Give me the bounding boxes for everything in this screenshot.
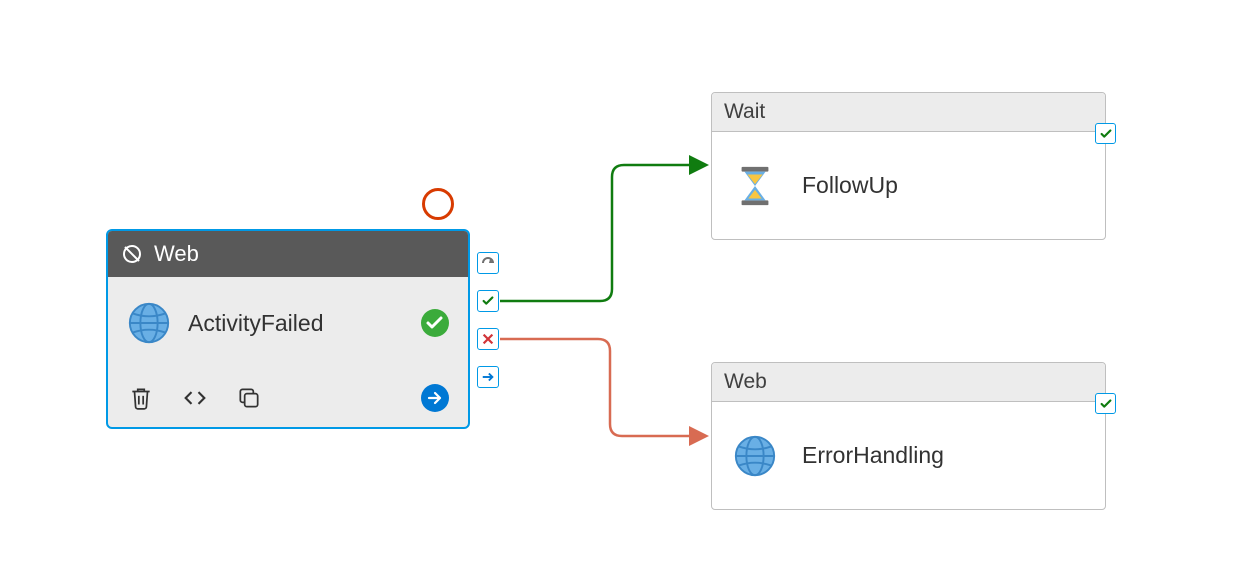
skip-handle[interactable] [477, 366, 499, 388]
activity-body: FollowUp [712, 132, 1105, 239]
activity-header[interactable]: Web [712, 363, 1105, 402]
validation-check-icon[interactable] [1095, 393, 1116, 414]
hourglass-icon [730, 161, 780, 211]
completion-handle[interactable] [477, 252, 499, 274]
copy-icon[interactable] [234, 383, 264, 413]
trash-icon[interactable] [126, 383, 156, 413]
activity-card-followup[interactable]: Wait FollowUp [711, 92, 1106, 240]
activity-type-label: Web [724, 370, 767, 394]
eye-off-icon [120, 242, 144, 266]
failure-handle[interactable] [477, 328, 499, 350]
activity-name-label: FollowUp [802, 172, 898, 199]
activity-type-label: Wait [724, 100, 765, 124]
pipeline-canvas[interactable]: Web ActivityFailed [0, 0, 1251, 588]
validation-check-icon[interactable] [1095, 123, 1116, 144]
activity-toolbar [108, 369, 468, 427]
activity-header[interactable]: Web [108, 231, 468, 277]
globe-icon [730, 431, 780, 481]
activity-type-label: Web [154, 241, 199, 267]
activity-header[interactable]: Wait [712, 93, 1105, 132]
breakpoint-indicator[interactable] [422, 188, 454, 220]
activity-name-label: ActivityFailed [188, 310, 404, 337]
success-handle[interactable] [477, 290, 499, 312]
activity-body: ErrorHandling [712, 402, 1105, 509]
globe-icon [126, 300, 172, 346]
activity-card-errorhandling[interactable]: Web ErrorHandling [711, 362, 1106, 510]
edge-success [500, 165, 705, 301]
check-circle-icon [420, 308, 450, 338]
edge-failure [500, 339, 705, 436]
code-icon[interactable] [180, 383, 210, 413]
activity-name-label: ErrorHandling [802, 442, 944, 469]
activity-body: ActivityFailed [108, 277, 468, 369]
arrow-right-circle-icon[interactable] [420, 383, 450, 413]
activity-card-activityfailed[interactable]: Web ActivityFailed [106, 229, 470, 429]
